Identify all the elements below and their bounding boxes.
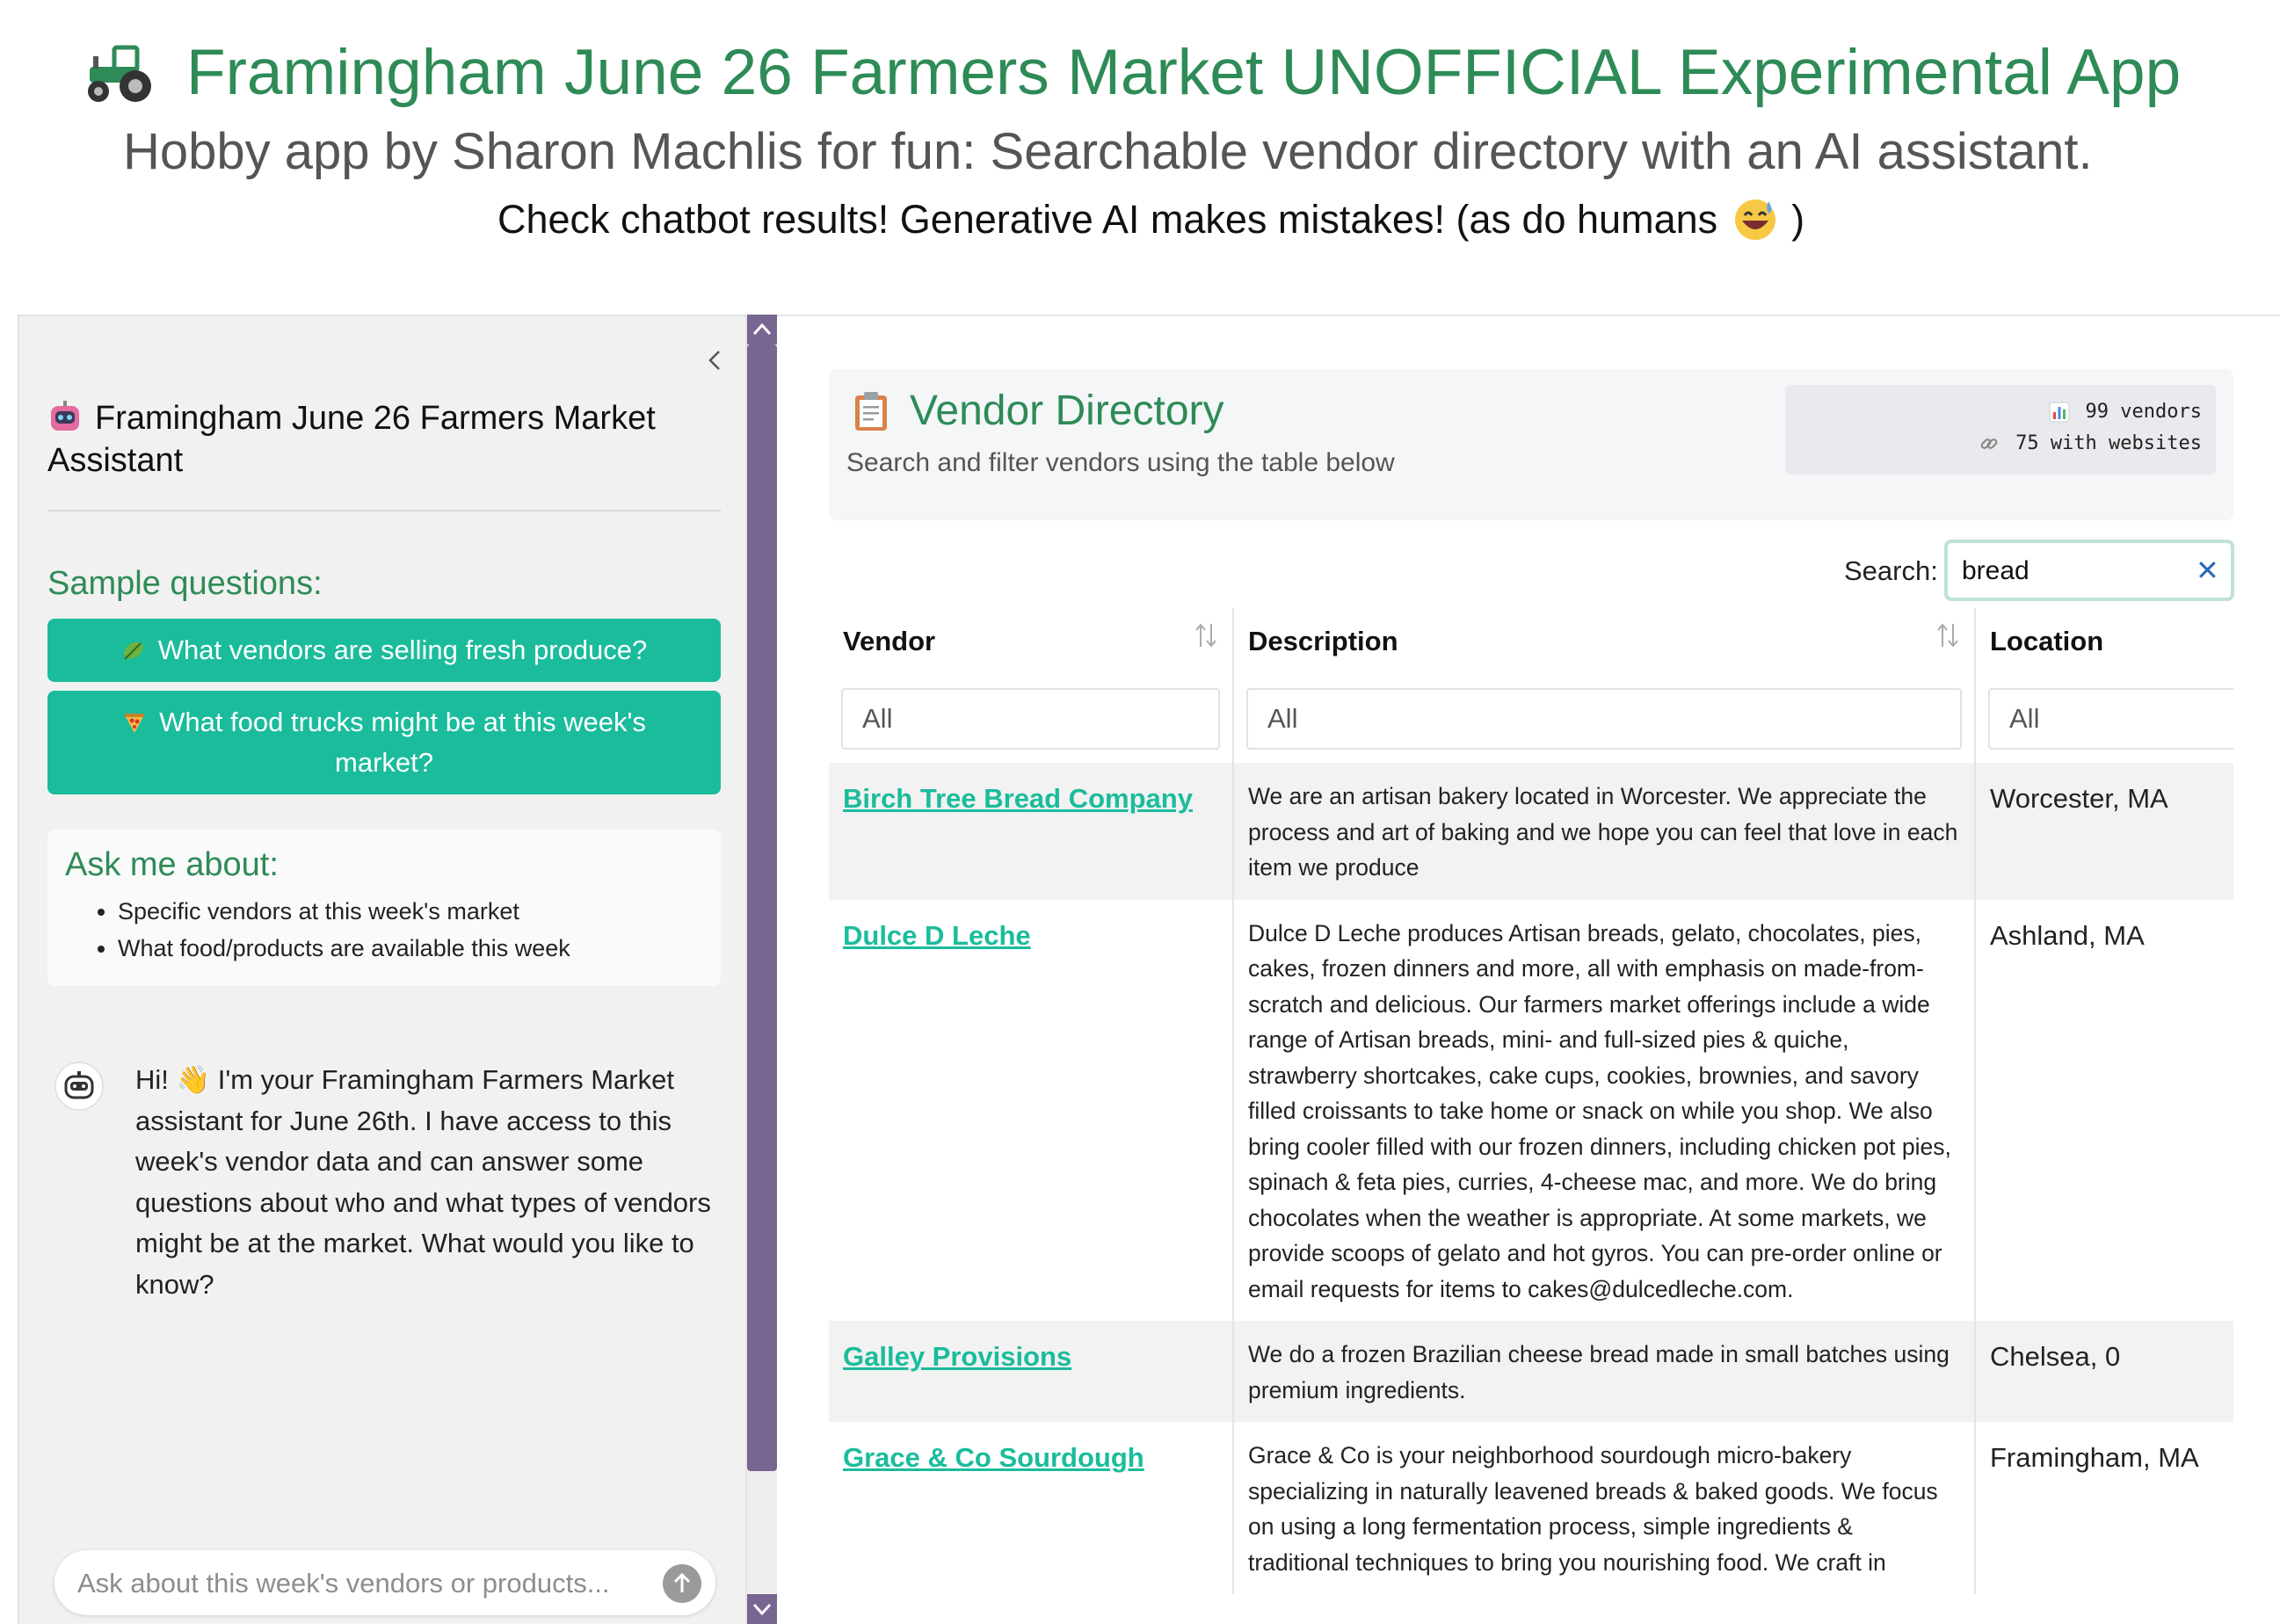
ask-me-about-title: Ask me about: xyxy=(65,846,279,883)
vendor-location: Framingham, MA xyxy=(1990,1442,2199,1473)
vendor-link[interactable]: Galley Provisions xyxy=(843,1341,1071,1372)
vendor-location: Chelsea, 0 xyxy=(1990,1341,2121,1372)
tractor-icon xyxy=(88,45,151,102)
search-box: ✕ xyxy=(1944,540,2234,601)
vendor-link[interactable]: Birch Tree Bread Company xyxy=(843,783,1193,814)
vendor-filter-input[interactable] xyxy=(841,688,1220,750)
search-label: Search: xyxy=(1844,555,1938,586)
bot-welcome-message: Hi! 👋 I'm your Framingham Farmers Market… xyxy=(135,1064,711,1300)
table-row: Dulce D Leche Dulce D Leche produces Art… xyxy=(829,899,2233,1321)
column-header-description[interactable]: Description xyxy=(1233,608,1976,675)
column-header-location[interactable]: Location xyxy=(1975,608,2233,675)
website-count-text: 75 with websites xyxy=(2015,432,2202,454)
vendor-description: Dulce D Leche produces Artisan breads, g… xyxy=(1248,919,1951,1302)
clipboard-icon xyxy=(855,392,887,431)
vendor-stats-box: 99 vendors 75 with websites xyxy=(1785,385,2216,475)
ask-me-about-list: Specific vendors at this week's market W… xyxy=(100,893,570,967)
ask-item-vendors: Specific vendors at this week's market xyxy=(118,893,570,930)
bot-avatar-icon xyxy=(54,1062,104,1111)
sample-question-food-trucks-label: What food trucks might be at this week's… xyxy=(159,707,646,778)
vendor-directory-title: Vendor Directory xyxy=(853,383,1224,439)
column-header-vendor-label: Vendor xyxy=(843,626,936,656)
clear-search-icon[interactable]: ✕ xyxy=(2196,556,2219,584)
sample-question-food-trucks-button[interactable]: What food trucks might be at this week's… xyxy=(47,691,721,794)
vendor-description: We are an artisan bakery located in Worc… xyxy=(1248,783,1958,881)
sidebar-divider xyxy=(47,510,721,511)
sample-questions-label: Sample questions: xyxy=(47,565,323,602)
grinning-sweat-emoji-icon xyxy=(1735,199,1776,240)
sample-question-produce-button[interactable]: What vendors are selling fresh produce? xyxy=(47,619,721,682)
table-row: Galley Provisions We do a frozen Brazili… xyxy=(829,1321,2233,1422)
scroll-up-icon[interactable] xyxy=(747,315,777,344)
ai-warning: Check chatbot results! Generative AI mak… xyxy=(497,193,1804,246)
ask-me-about-box: Ask me about: Specific vendors at this w… xyxy=(47,830,721,986)
scroll-down-icon[interactable] xyxy=(747,1594,777,1624)
vendor-count-text: 99 vendors xyxy=(2085,401,2202,423)
send-arrow-icon[interactable] xyxy=(663,1564,701,1603)
bar-chart-icon xyxy=(2049,402,2070,423)
vendor-location: Worcester, MA xyxy=(1990,783,2168,814)
vendor-description: We do a frozen Brazilian cheese bread ma… xyxy=(1248,1341,1950,1403)
collapse-sidebar-icon[interactable] xyxy=(703,343,726,378)
vendor-directory-title-text: Vendor Directory xyxy=(910,388,1224,434)
column-header-description-label: Description xyxy=(1248,626,1398,656)
search-input[interactable] xyxy=(1960,543,2183,599)
main-panel-top-border xyxy=(777,315,2280,316)
app-subtitle: Hobby app by Sharon Machlis for fun: Sea… xyxy=(123,123,2093,180)
column-header-vendor[interactable]: Vendor xyxy=(829,608,1234,675)
chat-input-container xyxy=(54,1550,715,1617)
chat-input[interactable] xyxy=(76,1550,642,1617)
sort-icon[interactable] xyxy=(1194,620,1218,650)
table-header-row: Vendor Description Location xyxy=(829,608,2233,675)
vendor-count-stat: 99 vendors xyxy=(2049,397,2202,427)
sample-question-produce-label: What vendors are selling fresh produce? xyxy=(157,634,648,665)
sort-icon[interactable] xyxy=(1935,620,1960,650)
leafy-green-icon xyxy=(123,642,143,660)
app-title: Framingham June 26 Farmers Market UNOFFI… xyxy=(84,33,2181,112)
link-icon xyxy=(1980,439,1998,449)
column-header-location-label: Location xyxy=(1990,626,2104,656)
app-title-text: Framingham June 26 Farmers Market UNOFFI… xyxy=(186,37,2182,108)
ai-warning-text: Check chatbot results! Generative AI mak… xyxy=(497,197,1718,242)
vendor-directory-subtitle: Search and filter vendors using the tabl… xyxy=(846,448,1395,477)
website-count-stat: 75 with websites xyxy=(1979,429,2202,459)
vendor-directory-header: Vendor Directory Search and filter vendo… xyxy=(829,369,2233,520)
vendor-description: Grace & Co is your neighborhood sourdoug… xyxy=(1248,1442,1938,1576)
pizza-icon xyxy=(125,714,145,733)
table-row: Grace & Co Sourdough Grace & Co is your … xyxy=(829,1422,2233,1594)
location-filter-input[interactable] xyxy=(1988,688,2233,750)
filter-row xyxy=(829,675,2233,763)
assistant-title: Framingham June 26 Farmers Market Assist… xyxy=(47,397,715,482)
robot-icon xyxy=(51,401,79,431)
vendor-link[interactable]: Dulce D Leche xyxy=(843,920,1031,951)
vendor-link[interactable]: Grace & Co Sourdough xyxy=(843,1442,1144,1473)
table-row: Birch Tree Bread Company We are an artis… xyxy=(829,763,2233,900)
ai-warning-close-paren: ) xyxy=(1791,197,1805,242)
assistant-title-text: Framingham June 26 Farmers Market Assist… xyxy=(47,400,656,479)
vendor-table: Vendor Description Location All All All … xyxy=(829,608,2233,1594)
description-filter-input[interactable] xyxy=(1246,688,1962,750)
ask-item-products: What food/products are available this we… xyxy=(118,930,570,967)
vendor-location: Ashland, MA xyxy=(1990,919,2145,951)
vendor-table-container: Vendor Description Location All All All … xyxy=(829,608,2233,1624)
sidebar-scroll-thumb[interactable] xyxy=(747,344,777,1471)
assistant-sidebar: Framingham June 26 Farmers Market Assist… xyxy=(18,315,747,1624)
